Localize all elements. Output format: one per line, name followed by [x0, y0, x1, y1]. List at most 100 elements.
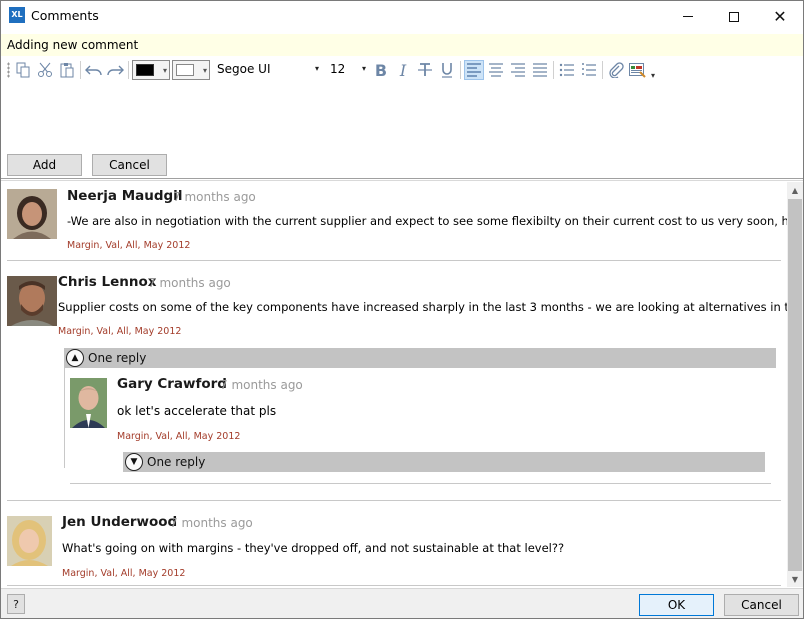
toolbar-separator [460, 61, 461, 79]
reply-timestamp: 7 months ago [220, 378, 303, 392]
comment-tags[interactable]: Margin, Val, All, May 2012 [67, 240, 190, 251]
ok-button[interactable]: OK [639, 594, 714, 616]
replies-count-label: One reply [147, 455, 206, 469]
scrollbar-thumb[interactable] [788, 199, 802, 571]
app-logo-icon: XL [9, 7, 25, 23]
comment-item: Neerja Maudgil 7 months ago -We are also… [1, 182, 787, 262]
toolbar-grip-icon[interactable] [7, 62, 10, 78]
font-size-value: 12 [330, 62, 346, 76]
collapse-replies-button[interactable]: ▲ [66, 349, 84, 367]
font-size-select[interactable]: 12 ▾ [327, 60, 369, 80]
chart-image-icon [628, 62, 646, 78]
bold-icon: B [374, 60, 388, 80]
vertical-scrollbar[interactable]: ▲ ▼ [787, 182, 803, 587]
align-right-button[interactable] [508, 60, 528, 80]
align-center-button[interactable] [486, 60, 506, 80]
scissors-icon [38, 62, 52, 77]
minimize-button[interactable] [665, 1, 711, 32]
reply-author: Gary Crawford [117, 376, 227, 392]
text-color-picker[interactable]: ▾ [132, 60, 170, 80]
bullet-list-button[interactable] [557, 60, 577, 80]
comment-timestamp: 7 months ago [148, 276, 231, 290]
undo-button[interactable] [84, 60, 104, 80]
close-window-button[interactable]: ✕ [757, 1, 803, 32]
cut-button[interactable] [35, 60, 55, 80]
comments-window: XL Comments ✕ Adding new comment ▾ ▾ Seg… [0, 0, 804, 619]
highlight-color-picker[interactable]: ▾ [172, 60, 210, 80]
comment-divider [7, 260, 781, 261]
comment-timestamp: 7 months ago [170, 516, 253, 530]
align-right-icon [511, 63, 525, 77]
comment-tags[interactable]: Margin, Val, All, May 2012 [58, 326, 181, 337]
insert-chart-button[interactable] [627, 60, 647, 80]
toolbar-separator [602, 61, 603, 79]
attach-button[interactable] [606, 60, 626, 80]
help-button[interactable]: ? [7, 594, 25, 614]
italic-button[interactable]: I [393, 60, 413, 80]
comment-author: Chris Lennox [58, 274, 157, 290]
italic-icon: I [399, 60, 407, 80]
comment-author: Neerja Maudgil [67, 188, 183, 204]
underline-button[interactable] [437, 60, 457, 80]
justify-button[interactable] [530, 60, 550, 80]
maximize-icon [729, 11, 739, 22]
minimize-icon [683, 16, 693, 17]
toolbar-separator [553, 61, 554, 79]
bullet-list-icon [559, 63, 574, 77]
strikethrough-icon [418, 63, 432, 76]
underline-icon [442, 63, 452, 78]
comment-item: Jen Underwood 7 months ago What's going … [1, 502, 787, 587]
redo-button[interactable] [105, 60, 125, 80]
numbered-list-button[interactable] [579, 60, 599, 80]
clipboard-icon [60, 63, 74, 78]
comment-author: Jen Underwood [62, 514, 178, 530]
cancel-button[interactable]: Cancel [724, 594, 799, 616]
align-left-button[interactable] [464, 60, 484, 80]
replies-count-label: One reply [88, 351, 147, 365]
status-strip: Adding new comment [1, 34, 803, 56]
avatar [7, 516, 57, 566]
close-icon: ✕ [773, 6, 787, 26]
chevron-down-icon: ▼ [791, 574, 799, 584]
nested-replies-toggle-bar[interactable]: ▼ One reply [123, 452, 765, 472]
comment-divider [7, 500, 781, 501]
pane-splitter[interactable] [1, 178, 803, 181]
reply-text: ok let's accelerate that pls [117, 404, 277, 418]
justify-icon [533, 63, 547, 77]
maximize-button[interactable] [711, 1, 757, 32]
replies-toggle-bar[interactable]: ▲ One reply [64, 348, 776, 368]
strikethrough-button[interactable] [415, 60, 435, 80]
scroll-up-button[interactable]: ▲ [787, 182, 803, 198]
numbered-list-icon [582, 63, 596, 76]
comment-editor[interactable] [1, 84, 803, 150]
toolbar-separator [128, 61, 129, 79]
toolbar-overflow-button[interactable]: ▾ [651, 71, 655, 80]
comments-list[interactable]: Neerja Maudgil 7 months ago -We are also… [1, 182, 787, 587]
comment-tags[interactable]: Margin, Val, All, May 2012 [62, 568, 185, 579]
paste-button[interactable] [57, 60, 77, 80]
font-family-select[interactable]: Segoe UI ▾ [214, 60, 322, 80]
paperclip-icon [609, 62, 624, 78]
text-color-swatch [136, 64, 154, 76]
undo-icon [85, 65, 102, 76]
copy-button[interactable] [13, 60, 33, 80]
comment-text: Supplier costs on some of the key compon… [58, 300, 787, 314]
chevron-down-icon: ▼ [130, 457, 138, 467]
cancel-edit-button[interactable]: Cancel [92, 154, 167, 176]
add-button[interactable]: Add [7, 154, 82, 176]
reply-tags[interactable]: Margin, Val, All, May 2012 [117, 431, 240, 442]
comment-item: Chris Lennox 7 months ago Supplier costs… [1, 262, 787, 502]
bold-button[interactable]: B [371, 60, 391, 80]
dialog-footer: ? OK Cancel [1, 588, 803, 618]
redo-icon [107, 65, 124, 76]
status-text: Adding new comment [7, 38, 139, 52]
reply-divider [70, 483, 771, 484]
title-bar: XL Comments ✕ [1, 1, 803, 32]
expand-replies-button[interactable]: ▼ [125, 453, 143, 471]
window-title: Comments [31, 8, 99, 23]
copy-icon [16, 62, 30, 78]
align-center-icon [489, 63, 503, 77]
scroll-down-button[interactable]: ▼ [787, 571, 803, 587]
comment-text: -We are also in negotiation with the cur… [67, 214, 787, 228]
avatar [7, 276, 57, 326]
